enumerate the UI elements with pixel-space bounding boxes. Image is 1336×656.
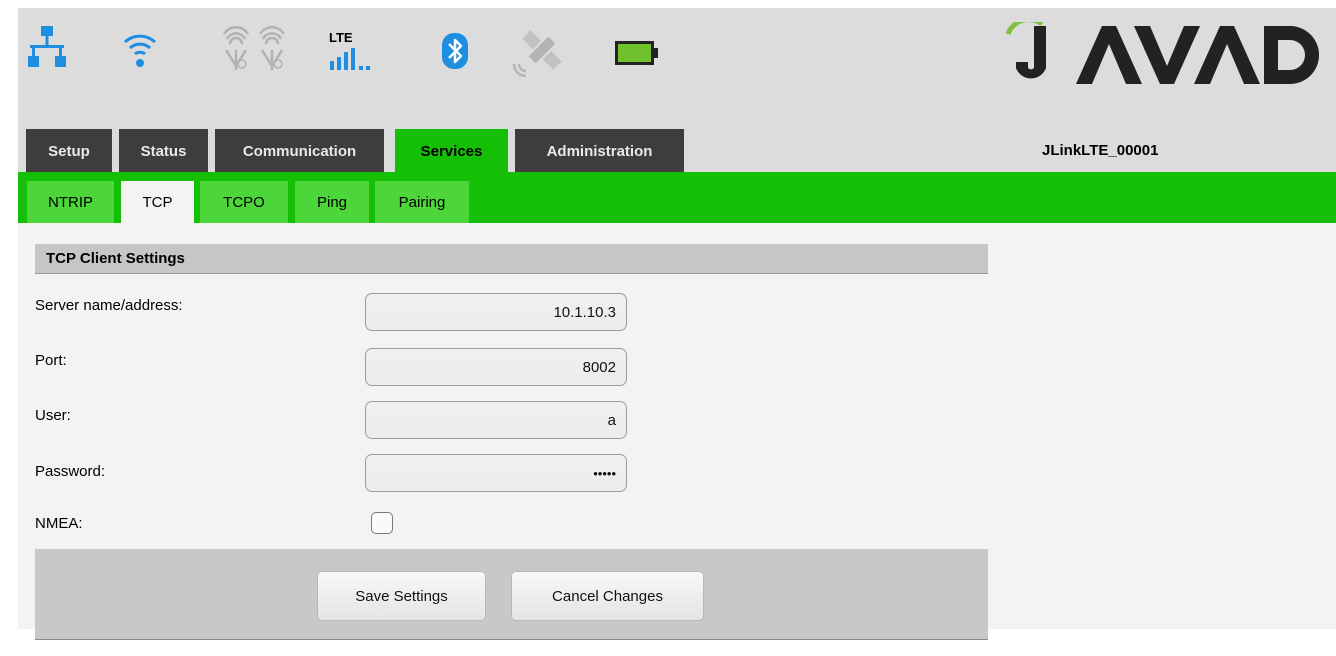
radio-antenna-icon (222, 26, 286, 70)
nmea-label: NMEA: (35, 515, 83, 532)
cancel-changes-button[interactable]: Cancel Changes (511, 571, 704, 621)
subtab-ntrip[interactable]: NTRIP (27, 181, 114, 223)
save-settings-button[interactable]: Save Settings (317, 571, 486, 621)
user-field[interactable]: a (365, 401, 627, 439)
nmea-checkbox[interactable] (371, 512, 393, 534)
lte-signal-icon[interactable]: LTE (326, 30, 386, 74)
subtab-tcpo[interactable]: TCPO (200, 181, 288, 223)
satellite-icon (512, 30, 562, 78)
tab-status[interactable]: Status (119, 129, 208, 172)
server-address-field[interactable]: 10.1.10.3 (365, 293, 627, 331)
tab-services[interactable]: Services (395, 129, 508, 172)
password-field[interactable]: ••••• (365, 454, 627, 492)
subtab-ping[interactable]: Ping (295, 181, 369, 223)
port-field[interactable]: 8002 (365, 348, 627, 386)
javad-logo (1005, 22, 1319, 84)
ethernet-network-icon[interactable] (28, 26, 66, 70)
status-header: LTE Setup Status Communication Services … (18, 8, 1336, 172)
device-name: JLinkLTE_00001 (1042, 142, 1159, 159)
wifi-icon[interactable] (122, 27, 158, 71)
subtab-tcp[interactable]: TCP (121, 181, 194, 223)
action-bar: Save Settings Cancel Changes (35, 549, 988, 640)
password-label: Password: (35, 463, 106, 480)
tab-administration[interactable]: Administration (515, 129, 684, 172)
services-subtabs: NTRIP TCP TCPO Ping Pairing (18, 172, 1336, 223)
app-window: LTE Setup Status Communication Services … (18, 8, 1336, 640)
panel-title: TCP Client Settings (35, 244, 988, 274)
user-label: User: (35, 407, 71, 424)
tab-setup[interactable]: Setup (26, 129, 112, 172)
server-label: Server name/address: (35, 297, 183, 314)
port-label: Port: (35, 352, 67, 369)
subtab-pairing[interactable]: Pairing (375, 181, 469, 223)
battery-icon (615, 41, 658, 65)
tab-communication[interactable]: Communication (215, 129, 384, 172)
lte-label: LTE (329, 30, 353, 45)
bluetooth-icon[interactable] (442, 33, 468, 69)
